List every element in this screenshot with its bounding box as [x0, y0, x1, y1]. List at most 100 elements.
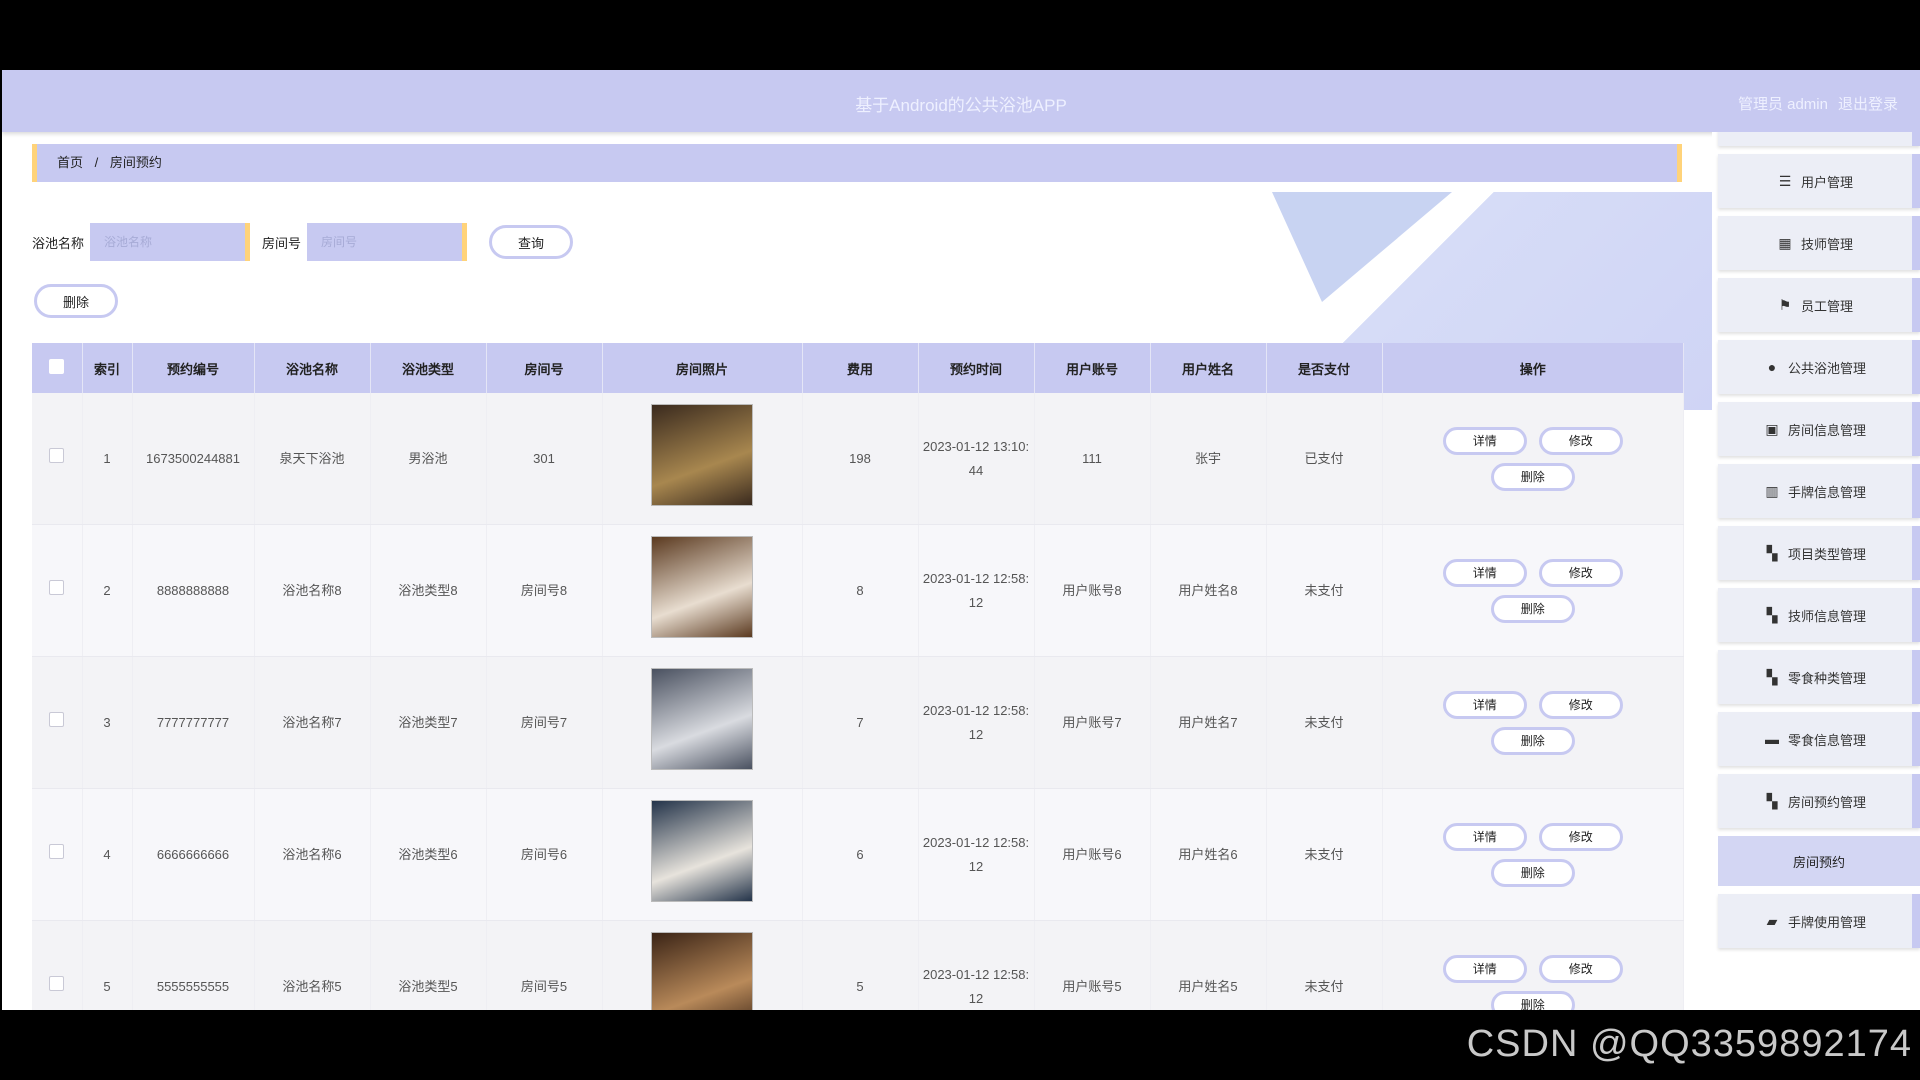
row-checkbox[interactable] — [49, 843, 65, 859]
edit-button[interactable]: 修改 — [1538, 558, 1623, 587]
fee-cell: 8 — [802, 524, 919, 657]
delete-button[interactable]: 删除 — [1490, 594, 1575, 623]
booking-code-cell: 1673500244881 — [132, 393, 255, 525]
sidebar-item-label: 公共浴池管理 — [1787, 360, 1866, 376]
grid-icon: ▦ — [1778, 234, 1792, 251]
room-number-input[interactable] — [307, 223, 468, 261]
detail-button[interactable]: 详情 — [1442, 690, 1527, 719]
room-photo — [651, 535, 753, 638]
user-name-cell: 用户姓名6 — [1150, 788, 1267, 921]
room-number-cell: 房间号7 — [486, 656, 603, 789]
room-photo — [651, 799, 753, 902]
pool-type-cell: 浴池类型7 — [370, 656, 487, 789]
breadcrumb: 首页 / 房间预约 — [32, 144, 1682, 182]
pool-type-cell: 浴池类型8 — [370, 524, 487, 657]
booking-time-cell: 2023-01-12 12:58:12 — [918, 788, 1035, 921]
row-checkbox[interactable] — [49, 579, 65, 595]
column-header: 房间号 — [486, 343, 603, 393]
user-role: 管理员 admin — [1737, 96, 1828, 113]
room-photo-cell — [602, 920, 803, 1010]
delete-button[interactable]: 删除 — [1490, 726, 1575, 755]
column-header: 预约编号 — [132, 343, 255, 393]
apps-icon: ▚ — [1766, 668, 1778, 685]
sidebar-subitem-room-booking[interactable]: 房间预约 — [1718, 836, 1920, 886]
detail-button[interactable]: 详情 — [1442, 426, 1527, 455]
row-checkbox[interactable] — [49, 711, 65, 727]
room-photo-cell — [602, 393, 803, 525]
pool-type-cell: 浴池类型6 — [370, 788, 487, 921]
row-select-cell — [32, 920, 83, 1010]
actions-cell: 详情 修改删除 — [1382, 920, 1684, 1010]
index-cell: 5 — [82, 920, 133, 1010]
sidebar-item[interactable]: ▬ 零食信息管理 — [1718, 712, 1920, 766]
detail-button[interactable]: 详情 — [1442, 822, 1527, 851]
edit-button[interactable]: 修改 — [1538, 954, 1623, 983]
sidebar-item[interactable]: ▚ 零食种类管理 — [1718, 650, 1920, 704]
decorative-triangle — [1272, 192, 1452, 302]
app-title: 基于Android的公共浴池APP — [855, 96, 1067, 115]
sidebar-item[interactable]: ▥ 手牌信息管理 — [1718, 464, 1920, 518]
column-header: 索引 — [82, 343, 133, 393]
actions-cell: 详情 修改删除 — [1382, 788, 1684, 921]
user-account-cell: 用户账号6 — [1034, 788, 1151, 921]
user-account-cell: 用户账号8 — [1034, 524, 1151, 657]
edit-button[interactable]: 修改 — [1538, 426, 1623, 455]
edit-button[interactable]: 修改 — [1538, 822, 1623, 851]
sidebar-item[interactable]: ▦ 技师管理 — [1718, 216, 1920, 270]
query-button[interactable]: 查询 — [489, 225, 574, 259]
room-number-cell: 房间号5 — [486, 920, 603, 1010]
fee-cell: 6 — [802, 788, 919, 921]
select-all-cell — [32, 343, 83, 393]
sidebar-item-label: 手牌信息管理 — [1787, 484, 1866, 500]
user-account-cell: 用户账号7 — [1034, 656, 1151, 789]
delete-button[interactable]: 删除 — [1490, 858, 1575, 887]
sidebar-item[interactable]: ● 公共浴池管理 — [1718, 340, 1920, 394]
sidebar-item[interactable]: ▚ 技师信息管理 — [1718, 588, 1920, 642]
booking-code-cell: 8888888888 — [132, 524, 255, 657]
sidebar-item-label: 零食信息管理 — [1787, 732, 1866, 748]
table-row: 5 5555555555 浴池名称5 浴池类型5 房间号5 5 2023-01-12 12:… — [32, 920, 1684, 1010]
logout-link[interactable]: 退出登录 — [1838, 93, 1898, 114]
list-icon: ☰ — [1778, 172, 1792, 189]
sidebar-item[interactable]: ▣ 房间信息管理 — [1718, 402, 1920, 456]
breadcrumb-home[interactable]: 首页 — [57, 155, 83, 170]
app-window: 基于Android的公共浴池APP 管理员 admin 退出登录 首页 / 房间… — [2, 70, 1920, 1010]
sidebar-item[interactable]: ▚ 项目类型管理 — [1718, 526, 1920, 580]
sidebar-item[interactable]: ⚑ 员工管理 — [1718, 278, 1920, 332]
delete-button[interactable]: 删除 — [1490, 990, 1575, 1010]
sidebar-subitem-label: 房间预约 — [1792, 854, 1845, 870]
delete-button[interactable]: 删除 — [1490, 462, 1575, 491]
detail-button[interactable]: 详情 — [1442, 558, 1527, 587]
room-number-cell: 房间号8 — [486, 524, 603, 657]
column-header: 费用 — [802, 343, 919, 393]
sidebar-item-partial[interactable] — [1718, 132, 1920, 146]
sidebar-item-label: 项目类型管理 — [1787, 546, 1866, 562]
sidebar-item[interactable]: ▚ 房间预约管理 — [1718, 774, 1920, 828]
sidebar-menu: ☰ 用户管理 ▦ 技师管理 ⚑ 员工管理 ● 公共浴池管理 ▣ 房间信息管理 ▥ 手牌信息管理 ▚ 项目类… — [1712, 132, 1920, 1010]
row-checkbox[interactable] — [49, 447, 65, 463]
row-checkbox[interactable] — [49, 975, 65, 991]
pool-name-input[interactable] — [90, 223, 251, 261]
room-photo-cell — [602, 656, 803, 789]
sidebar-item-label: 手牌使用管理 — [1787, 914, 1866, 930]
sidebar-item[interactable]: ▰ 手牌使用管理 — [1718, 894, 1920, 948]
user-name-cell: 张宇 — [1150, 393, 1267, 525]
pool-name-cell: 浴池名称5 — [254, 920, 371, 1010]
edit-button[interactable]: 修改 — [1538, 690, 1623, 719]
booking-code-cell: 7777777777 — [132, 656, 255, 789]
user-icon: ● — [1767, 359, 1777, 375]
batch-delete-button[interactable]: 删除 — [34, 284, 118, 318]
index-cell: 1 — [82, 393, 133, 525]
select-all-checkbox[interactable] — [49, 359, 65, 374]
sidebar-item[interactable]: ☰ 用户管理 — [1718, 154, 1920, 208]
sidebar-item-label: 用户管理 — [1800, 174, 1853, 190]
detail-button[interactable]: 详情 — [1442, 954, 1527, 983]
apps-icon: ▚ — [1766, 606, 1778, 623]
pool-name-cell: 泉天下浴池 — [254, 393, 371, 525]
room-number-label: 房间号 — [262, 235, 302, 251]
room-number-cell: 房间号6 — [486, 788, 603, 921]
sidebar-item-label: 员工管理 — [1800, 298, 1853, 314]
user-account-cell: 111 — [1034, 393, 1151, 525]
apps-icon: ▚ — [1766, 544, 1778, 561]
top-bar: 基于Android的公共浴池APP 管理员 admin 退出登录 — [2, 70, 1920, 132]
